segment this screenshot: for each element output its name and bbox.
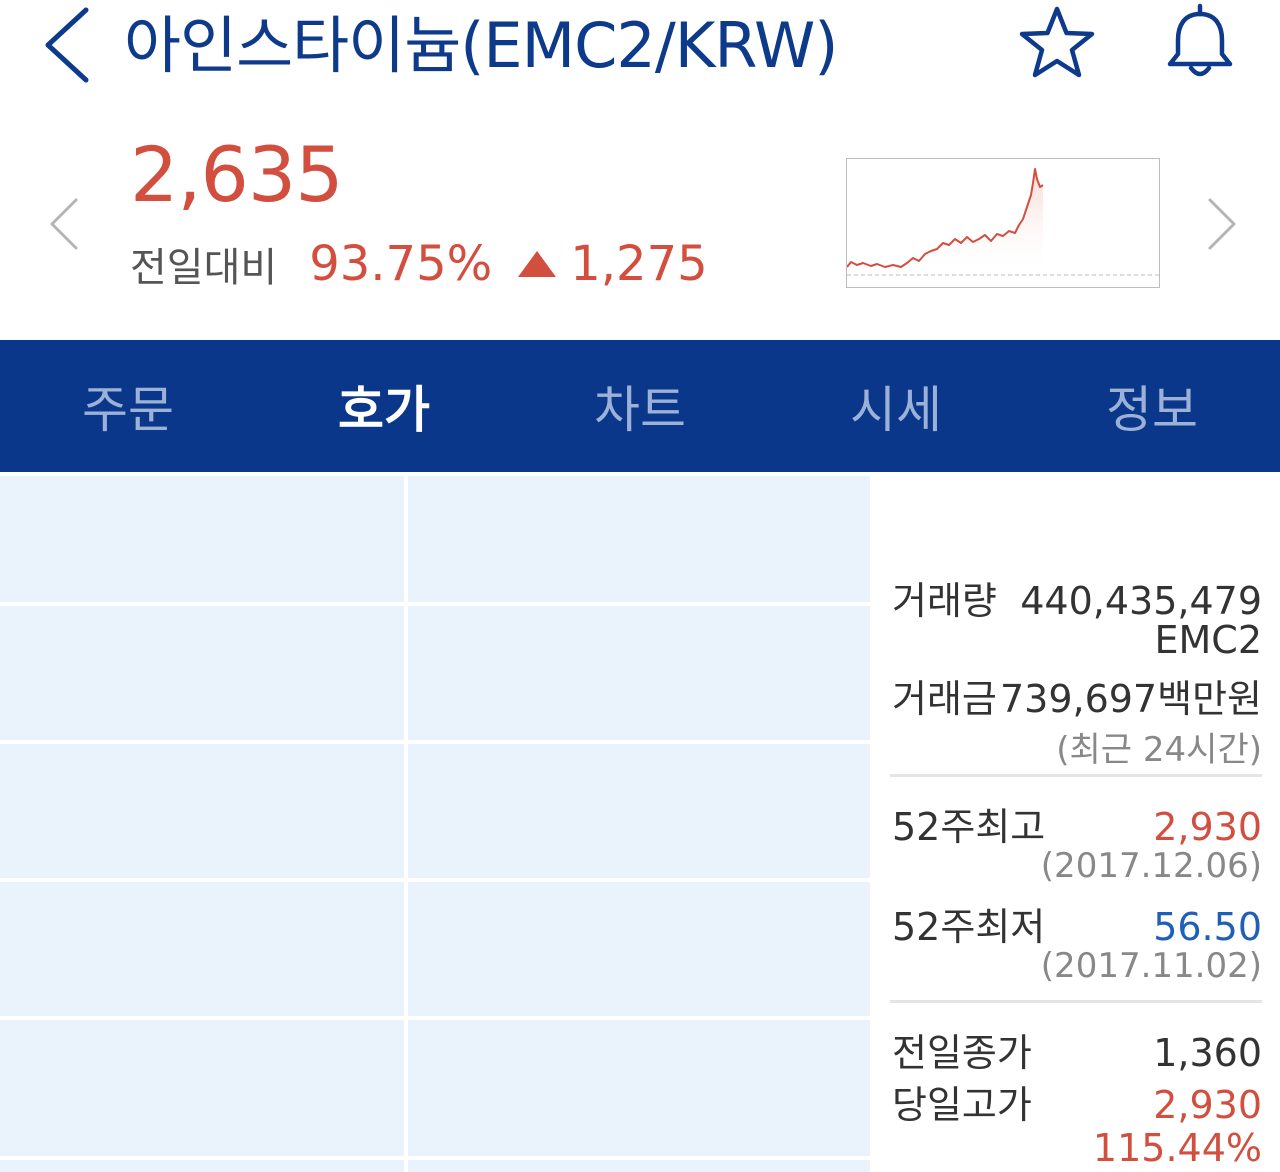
orderbook-cell[interactable] (0, 882, 404, 1016)
favorite-button[interactable] (1016, 4, 1098, 80)
star-icon (1019, 6, 1095, 78)
tab-market-price[interactable]: 시세 (768, 340, 1024, 472)
market-info-panel: 거래량 440,435,479 EMC2 거래금 739,697백만원 (최근 … (872, 472, 1280, 1172)
chevron-left-icon (45, 7, 89, 83)
volume-label: 거래량 (892, 579, 997, 623)
day-high-row: 당일고가 2,930 (892, 1074, 1262, 1129)
low52-value: 56.50 (1153, 905, 1262, 949)
divider (890, 774, 1262, 777)
high52-row: 52주최고 2,930 (892, 796, 1262, 851)
mini-price-chart[interactable] (846, 158, 1160, 288)
day-high-percent: 115.44% (1092, 1126, 1262, 1170)
prev-close-label: 전일종가 (892, 1031, 1032, 1075)
tab-info[interactable]: 정보 (1024, 340, 1280, 472)
orderbook-cell[interactable] (0, 476, 404, 602)
orderbook-cell[interactable] (408, 1020, 870, 1156)
orderbook-cell[interactable] (0, 1020, 404, 1156)
divider (890, 1000, 1262, 1003)
low52-date: (2017.11.02) (1040, 946, 1262, 986)
orderbook-cell[interactable] (408, 476, 870, 602)
orderbook-cell[interactable] (408, 1160, 870, 1172)
page-title: 아인스타이늄(EMC2/KRW) (124, 9, 838, 82)
price-summary: 2,635 전일대비 93.75% 1,275 (0, 110, 1280, 340)
orderbook-cell[interactable] (408, 882, 870, 1016)
up-arrow-icon (518, 251, 557, 277)
chevron-left-icon (50, 198, 78, 250)
price-change: 전일대비 93.75% 1,275 (130, 234, 708, 294)
day-high-label: 당일고가 (892, 1083, 1032, 1127)
prev-close-row: 전일종가 1,360 (892, 1022, 1262, 1077)
high52-value: 2,930 (1153, 805, 1262, 849)
low52-row: 52주최저 56.50 (892, 896, 1262, 951)
prev-close-value: 1,360 (1153, 1031, 1262, 1075)
orderbook-cell[interactable] (408, 744, 870, 878)
orderbook-cell[interactable] (0, 744, 404, 878)
price-sparkline (846, 168, 1159, 276)
chevron-right-icon (1208, 198, 1236, 250)
bell-icon (1167, 3, 1233, 77)
tab-order[interactable]: 주문 (0, 340, 256, 472)
change-label: 전일대비 (130, 245, 278, 291)
tab-orderbook[interactable]: 호가 (256, 340, 512, 472)
current-price: 2,635 (130, 130, 344, 219)
tab-bar: 주문 호가 차트 시세 정보 (0, 340, 1280, 472)
previous-coin-button[interactable] (44, 196, 84, 252)
alert-button[interactable] (1160, 2, 1240, 82)
header: 아인스타이늄(EMC2/KRW) (0, 0, 1280, 110)
orderbook-cell[interactable] (0, 1160, 404, 1172)
tab-chart[interactable]: 차트 (512, 340, 768, 472)
period-note: (최근 24시간) (1056, 730, 1262, 770)
high52-date: (2017.12.06) (1040, 846, 1262, 886)
volume-value: 440,435,479 (1020, 579, 1262, 623)
orderbook-cell[interactable] (0, 606, 404, 740)
volume-unit: EMC2 (1154, 618, 1262, 662)
amount-label: 거래금 (892, 677, 997, 721)
day-high-value: 2,930 (1153, 1083, 1262, 1127)
low52-label: 52주최저 (892, 905, 1046, 949)
change-percent: 93.75% (309, 236, 493, 292)
high52-label: 52주최고 (892, 805, 1046, 849)
volume-row: 거래량 440,435,479 (892, 570, 1262, 625)
change-amount: 1,275 (570, 236, 708, 292)
amount-value: 739,697백만원 (999, 677, 1262, 721)
amount-row: 거래금 739,697백만원 (892, 668, 1262, 723)
next-coin-button[interactable] (1202, 196, 1242, 252)
back-button[interactable] (36, 2, 106, 88)
orderbook-cell[interactable] (408, 606, 870, 740)
orderbook (0, 472, 870, 1172)
